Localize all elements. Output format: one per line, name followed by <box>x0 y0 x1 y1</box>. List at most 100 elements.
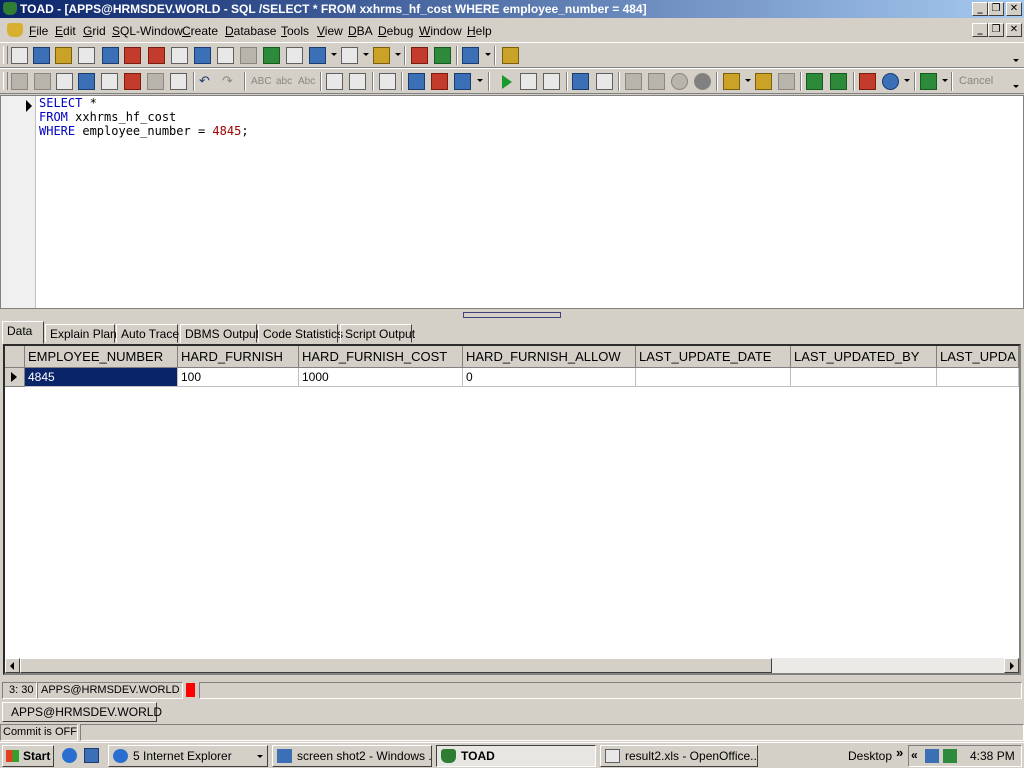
wizard-icon[interactable] <box>309 47 326 64</box>
row-indicator[interactable] <box>5 368 25 387</box>
table-cell[interactable] <box>791 368 937 387</box>
paste-icon[interactable] <box>56 73 73 90</box>
globe-icon[interactable] <box>882 73 899 90</box>
taskbar-screen-shot2[interactable]: screen shot2 - Windows ... <box>272 745 432 767</box>
chevron-down-icon[interactable] <box>1013 59 1019 62</box>
column-header-hard-furnish-allow[interactable]: HARD_FURNISH_ALLOW <box>463 346 636 368</box>
column-header-last-update-date[interactable]: LAST_UPDATE_DATE <box>636 346 791 368</box>
indent-icon[interactable] <box>326 73 343 90</box>
report-icon[interactable] <box>194 47 211 64</box>
mdi-restore-button[interactable]: ❐ <box>988 23 1004 37</box>
schema-browser-icon[interactable] <box>33 47 50 64</box>
disk-icon[interactable] <box>778 73 795 90</box>
scroll-left-button[interactable] <box>5 658 20 673</box>
chevron-down-icon[interactable] <box>942 79 948 82</box>
title-bar[interactable]: TOAD - [APPS@HRMSDEV.WORLD - SQL /SELECT… <box>0 0 1024 18</box>
horizontal-scrollbar[interactable] <box>5 658 1019 673</box>
chevron-down-icon[interactable] <box>331 53 337 56</box>
connect-icon[interactable] <box>55 47 72 64</box>
taskbar-toad[interactable]: TOAD <box>436 745 596 767</box>
column-header-last-updated-by[interactable]: LAST_UPDATED_BY <box>791 346 937 368</box>
save-file-icon[interactable] <box>431 73 448 90</box>
sql-modeler-icon[interactable] <box>78 47 95 64</box>
table-cell[interactable]: 100 <box>178 368 299 387</box>
sql-code[interactable]: SELECT * FROM xxhrms_hf_cost WHERE emplo… <box>39 96 249 138</box>
export-icon[interactable] <box>373 47 390 64</box>
menu-dba[interactable]: DBA <box>348 24 373 38</box>
redo-icon[interactable]: ↷ <box>222 73 239 90</box>
cancel-button[interactable]: Cancel <box>959 75 993 87</box>
clock-icon[interactable] <box>240 47 257 64</box>
column-header-last-update-login[interactable]: LAST_UPDA <box>937 346 1019 368</box>
internet-explorer-icon[interactable] <box>62 748 77 763</box>
mdi-minimize-button[interactable]: _ <box>972 23 988 37</box>
chevron-down-icon[interactable] <box>395 53 401 56</box>
editor-splitter[interactable] <box>0 309 1024 321</box>
splitter-handle[interactable] <box>463 312 561 318</box>
table-cell[interactable]: 1000 <box>299 368 463 387</box>
close-button[interactable]: ✕ <box>1006 2 1022 16</box>
vc-icon[interactable] <box>943 749 957 763</box>
copy-icon[interactable] <box>34 73 51 90</box>
start-button[interactable]: Start <box>2 745 54 767</box>
tab-script-output[interactable]: Script Output <box>340 324 415 343</box>
debug-bug-icon[interactable] <box>263 47 280 64</box>
menu-view[interactable]: View <box>317 24 343 38</box>
minimize-button[interactable]: _ <box>972 2 988 16</box>
menu-help[interactable]: Help <box>467 24 492 38</box>
explain-icon[interactable] <box>124 47 141 64</box>
clear-icon[interactable] <box>124 73 141 90</box>
sql-editor-icon[interactable] <box>11 47 28 64</box>
script-icon[interactable] <box>341 47 358 64</box>
tab-code-statistics[interactable]: Code Statistics <box>258 324 343 343</box>
vb-export-icon[interactable] <box>806 73 823 90</box>
menu-grid[interactable]: Grid <box>83 24 106 38</box>
tree-expand-icon[interactable] <box>648 73 665 90</box>
toolbar-grip[interactable] <box>3 46 8 64</box>
connection-tab[interactable]: APPS@HRMSDEV.WORLD <box>2 702 162 722</box>
data-grid[interactable]: EMPLOYEE_NUMBER HARD_FURNISH HARD_FURNIS… <box>3 344 1021 675</box>
desktop-toolbar-label[interactable]: Desktop <box>848 749 892 763</box>
chevron-down-icon[interactable] <box>485 53 491 56</box>
sql-editor[interactable]: SELECT * FROM xxhrms_hf_cost WHERE emplo… <box>0 95 1024 309</box>
scroll-thumb[interactable] <box>20 658 772 673</box>
menu-edit[interactable]: Edit <box>55 24 76 38</box>
folder-save-icon[interactable] <box>755 73 772 90</box>
uppercase-button[interactable]: ABC <box>251 76 272 87</box>
capitalize-button[interactable]: Abc <box>298 76 315 87</box>
chevron-down-icon[interactable] <box>477 79 483 82</box>
compare-icon[interactable] <box>171 47 188 64</box>
menu-create[interactable]: Create <box>182 24 218 38</box>
window-list-icon[interactable] <box>462 47 479 64</box>
step-icon[interactable] <box>572 73 589 90</box>
breakpoint-icon[interactable] <box>671 73 688 90</box>
checklist-icon[interactable] <box>286 47 303 64</box>
taskbar-internet-explorer[interactable]: 5 Internet Explorer <box>108 745 268 767</box>
upload-icon[interactable] <box>434 47 451 64</box>
restore-button[interactable]: ❐ <box>988 2 1004 16</box>
mdi-close-button[interactable]: ✕ <box>1006 23 1022 37</box>
outdent-icon[interactable] <box>349 73 366 90</box>
tab-explain-plan[interactable]: Explain Plan <box>45 324 117 343</box>
menu-sql-window[interactable]: SQL-Window <box>112 24 183 38</box>
load-file-icon[interactable] <box>408 73 425 90</box>
execute-play-icon[interactable] <box>502 75 512 89</box>
toolbar-grip[interactable] <box>3 72 8 90</box>
describe-icon[interactable] <box>596 73 613 90</box>
scroll-right-button[interactable] <box>1004 658 1019 673</box>
table-cell[interactable] <box>937 368 1019 387</box>
menu-debug[interactable]: Debug <box>378 24 413 38</box>
execute-current-icon[interactable] <box>543 73 560 90</box>
undo-icon[interactable]: ↶ <box>199 73 216 90</box>
cut-icon[interactable] <box>11 73 28 90</box>
tree-collapse-icon[interactable] <box>625 73 642 90</box>
stop-icon[interactable] <box>694 73 711 90</box>
taskbar-openoffice[interactable]: result2.xls - OpenOffice.... <box>600 745 758 767</box>
chevron-down-icon[interactable] <box>745 79 751 82</box>
execute-script-icon[interactable] <box>520 73 537 90</box>
chevron-down-icon[interactable] <box>363 53 369 56</box>
database-server-icon[interactable] <box>920 73 937 90</box>
lowercase-button[interactable]: abc <box>276 76 292 87</box>
find-icon[interactable] <box>147 73 164 90</box>
open-folder-icon[interactable] <box>723 73 740 90</box>
